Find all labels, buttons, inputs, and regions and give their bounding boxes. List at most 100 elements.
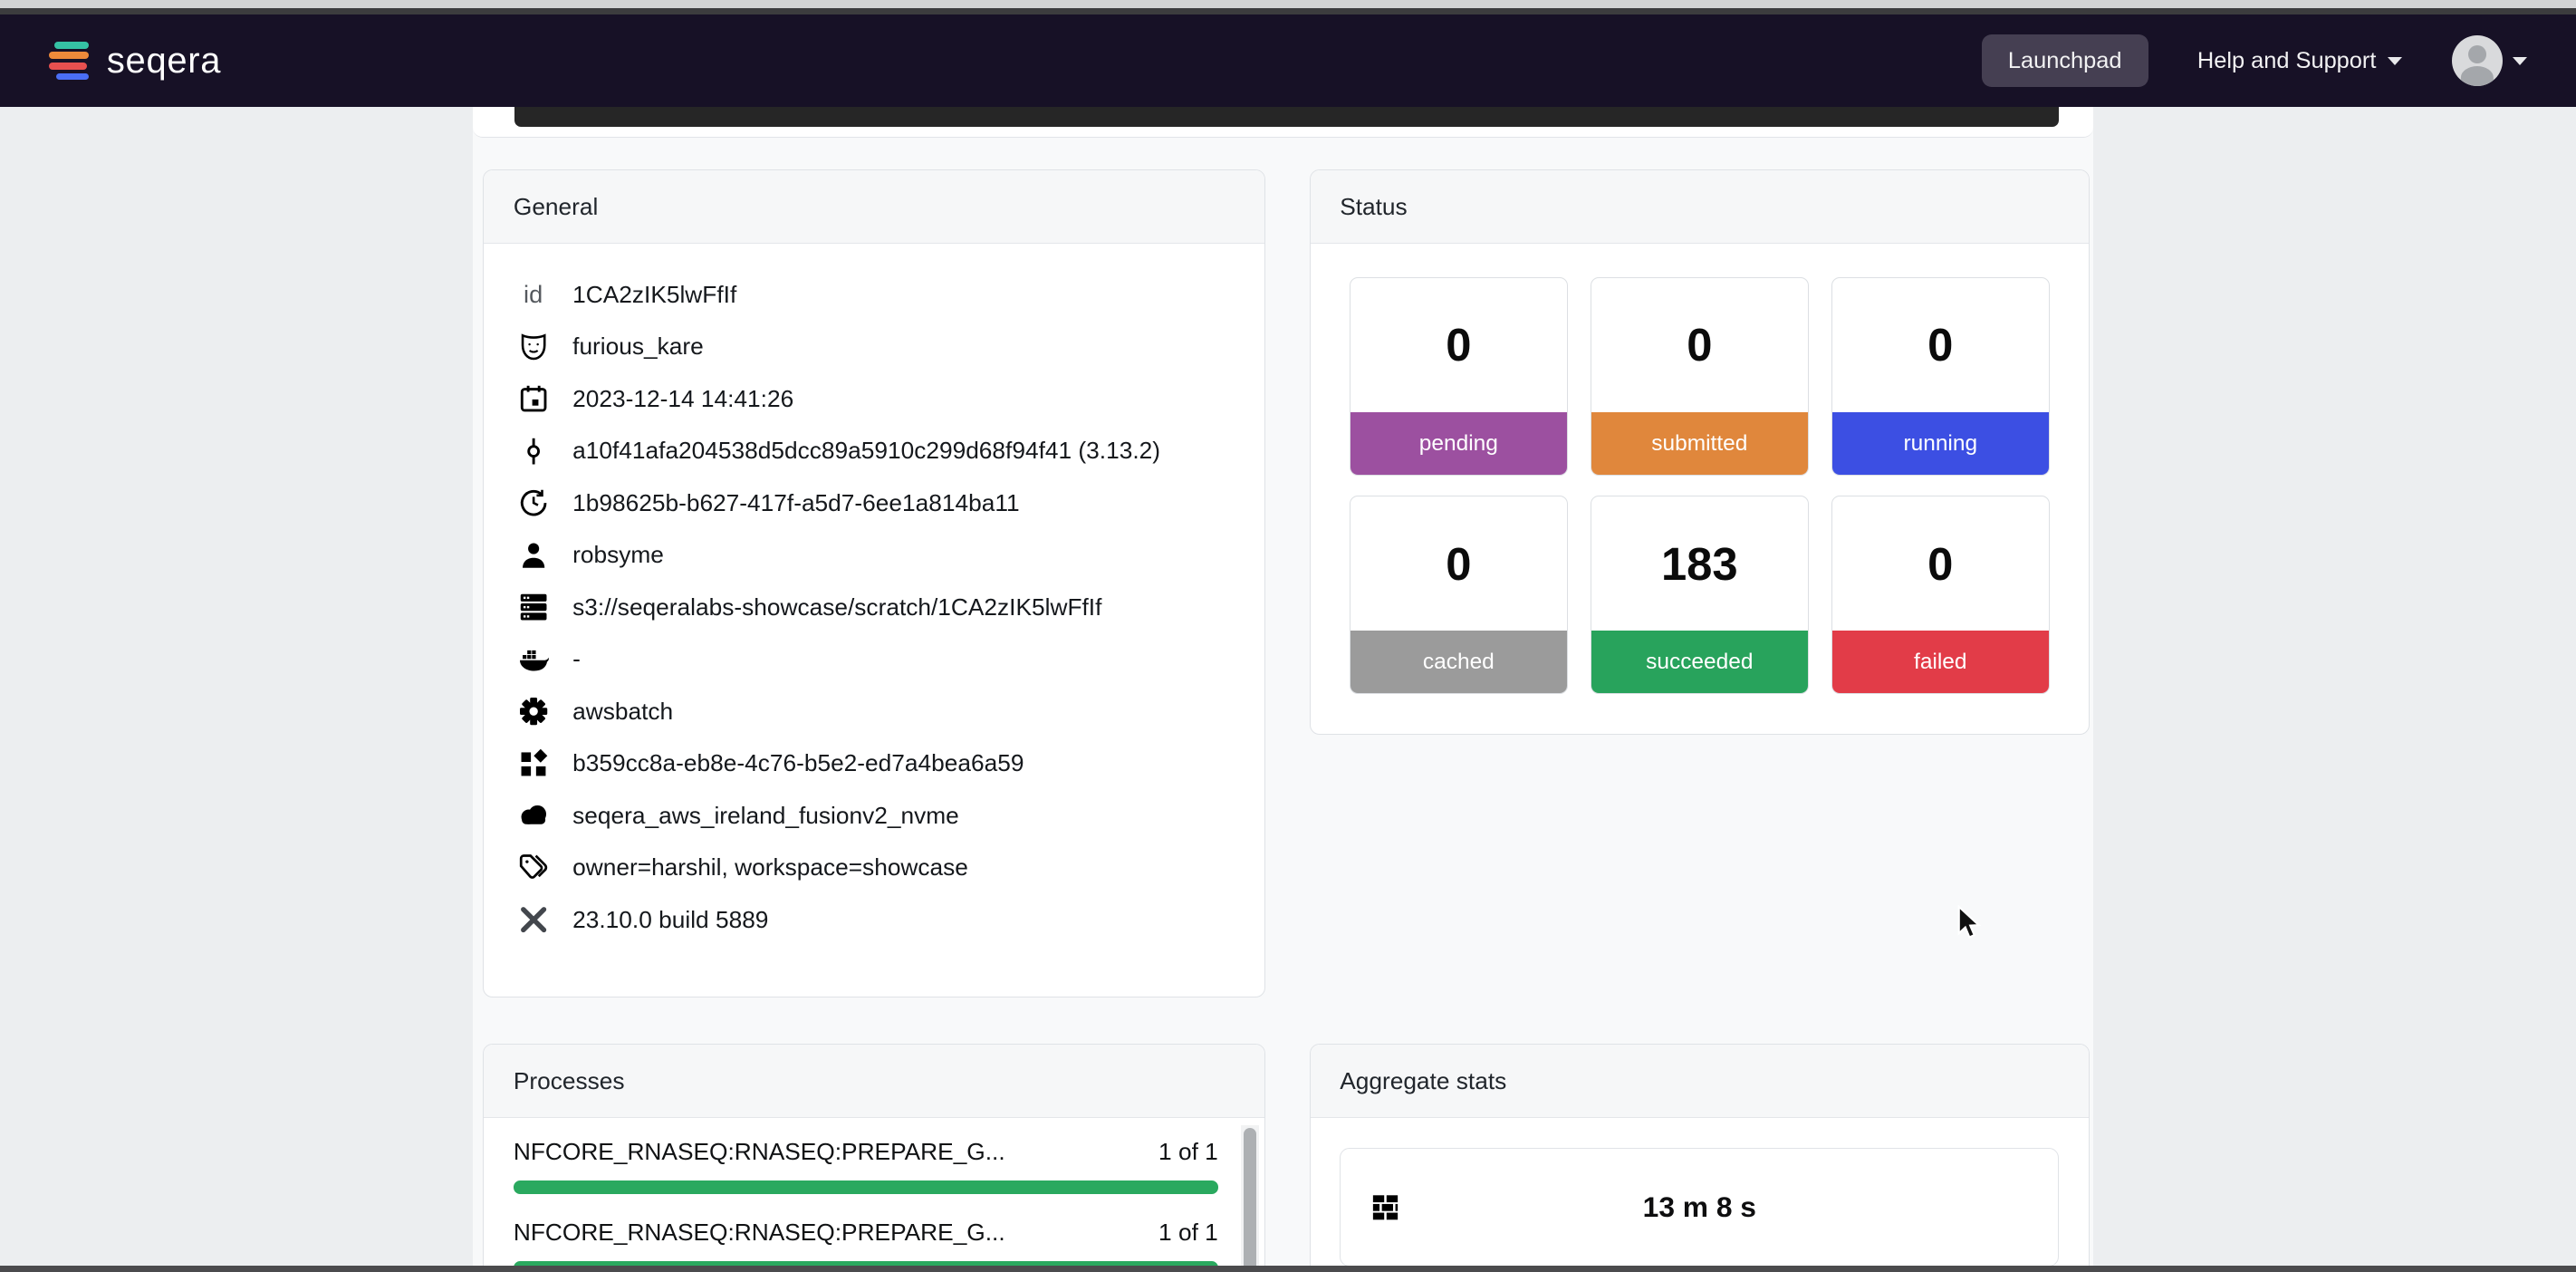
general-row-run-name: furious_kare (514, 321, 1235, 372)
scrolled-card-bottom (473, 107, 2092, 138)
processes-card-header: Processes (484, 1045, 1264, 1119)
window-bottom-edge (0, 1266, 2576, 1272)
status-tile-pending: 0 pending (1350, 277, 1568, 476)
window-top-edge (0, 8, 2576, 14)
general-row-workdir: s3://seqeralabs-showcase/scratch/1CA2zIK… (514, 582, 1235, 633)
tags-value: owner=harshil, workspace=showcase (572, 853, 968, 882)
general-row-id: id 1CA2zIK5lwFfIf (514, 269, 1235, 321)
general-row-start-date: 2023-12-14 14:41:26 (514, 373, 1235, 425)
process-progress-count: 1 of 1 (1158, 1219, 1218, 1247)
seqera-logo[interactable]: seqera (49, 41, 221, 82)
cached-count: 0 (1350, 496, 1567, 631)
submitted-label: submitted (1591, 412, 1808, 475)
general-row-executor: awsbatch (514, 685, 1235, 737)
cards-row-2: Processes NFCORE_RNASEQ:RNASEQ:PREPARE_G… (473, 1044, 2092, 1272)
general-row-session: 1b98625b-b627-417f-a5d7-6ee1a814ba11 (514, 477, 1235, 529)
seqera-logo-icon (49, 42, 91, 81)
running-label: running (1832, 412, 2049, 475)
status-card: Status 0 pending 0 submitted 0 running (1310, 169, 2091, 735)
general-card-header: General (484, 170, 1264, 245)
pending-label: pending (1350, 412, 1567, 475)
status-tile-succeeded: 183 succeeded (1591, 496, 1809, 694)
browser-viewport: seqera Launchpad Help and Support Genera… (0, 0, 2576, 1272)
git-commit-icon (514, 435, 553, 467)
run-name-mask-icon (514, 331, 553, 363)
process-name[interactable]: NFCORE_RNASEQ:RNASEQ:PREPARE_G... (514, 1138, 1136, 1166)
processes-scrollbar-track[interactable] (1241, 1125, 1259, 1272)
compute-env-id-shapes-icon (514, 747, 553, 780)
general-title: General (514, 193, 599, 221)
command-box-bottom (514, 107, 2059, 127)
processes-card-body: NFCORE_RNASEQ:RNASEQ:PREPARE_G... 1 of 1… (484, 1118, 1264, 1272)
brand-name: seqera (107, 41, 221, 82)
user-menu[interactable] (2452, 35, 2527, 86)
commit-value: a10f41afa204538d5dcc89a5910c299d68f94f41… (572, 437, 1160, 465)
screen-top-strip (0, 0, 2576, 8)
chevron-down-icon (2388, 57, 2402, 65)
chevron-down-icon (2513, 57, 2527, 65)
aggregate-stats-card-body: 13 m 8 s (1311, 1118, 2090, 1266)
launchpad-button[interactable]: Launchpad (1982, 34, 2148, 87)
succeeded-count: 183 (1591, 496, 1808, 631)
executor-value: awsbatch (572, 698, 673, 726)
general-card: General id 1CA2zIK5lwFfIf (483, 169, 1264, 997)
general-card-body: id 1CA2zIK5lwFfIf furious_kar (484, 244, 1264, 946)
status-tile-submitted: 0 submitted (1591, 277, 1809, 476)
navbar-right-group: Launchpad Help and Support (1982, 34, 2527, 87)
general-row-compute-env: seqera_aws_ireland_fusionv2_nvme (514, 789, 1235, 841)
process-progress-bar (514, 1180, 1218, 1194)
help-and-support-menu[interactable]: Help and Support (2197, 48, 2402, 74)
aggregate-stats-card-header: Aggregate stats (1311, 1045, 2090, 1119)
session-id-value: 1b98625b-b627-417f-a5d7-6ee1a814ba11 (572, 489, 1019, 517)
process-name[interactable]: NFCORE_RNASEQ:RNASEQ:PREPARE_G... (514, 1219, 1136, 1247)
status-card-body: 0 pending 0 submitted 0 running 0 cached (1311, 244, 2090, 694)
succeeded-label: succeeded (1591, 631, 1808, 693)
process-item: NFCORE_RNASEQ:RNASEQ:PREPARE_G... 1 of 1 (514, 1219, 1218, 1272)
user-icon (514, 539, 553, 572)
avatar (2452, 35, 2503, 86)
processes-title: Processes (514, 1067, 625, 1095)
id-text-label: id (514, 280, 553, 309)
tags-icon (514, 852, 553, 884)
work-directory-value: s3://seqeralabs-showcase/scratch/1CA2zIK… (572, 593, 1101, 622)
processes-scrollbar-thumb[interactable] (1244, 1128, 1257, 1272)
status-tile-running: 0 running (1831, 277, 2050, 476)
general-row-user: robsyme (514, 529, 1235, 581)
general-row-nextflow-version: 23.10.0 build 5889 (514, 893, 1235, 945)
docker-container-icon (514, 643, 553, 676)
aggregate-stats-title: Aggregate stats (1340, 1067, 1506, 1095)
status-tile-failed: 0 failed (1831, 496, 2050, 694)
running-count: 0 (1832, 278, 2049, 413)
walltime-value: 13 m 8 s (1341, 1190, 2058, 1224)
cached-label: cached (1350, 631, 1567, 693)
status-tile-cached: 0 cached (1350, 496, 1568, 694)
failed-label: failed (1832, 631, 2049, 693)
general-row-container: - (514, 633, 1235, 685)
cards-row-1: General id 1CA2zIK5lwFfIf (473, 169, 2092, 997)
process-progress-count: 1 of 1 (1158, 1138, 1218, 1166)
aggregate-stats-card: Aggregate stats (1310, 1044, 2091, 1272)
help-and-support-label: Help and Support (2197, 48, 2377, 74)
work-directory-server-icon (514, 591, 553, 623)
compute-env-id-value: b359cc8a-eb8e-4c76-b5e2-ed7a4bea6a59 (572, 749, 1024, 777)
main-content: General id 1CA2zIK5lwFfIf (473, 107, 2092, 1272)
session-history-icon (514, 487, 553, 519)
executor-gear-icon (514, 695, 553, 728)
launch-user-value: robsyme (572, 541, 664, 569)
run-id-value: 1CA2zIK5lwFfIf (572, 281, 736, 309)
compute-env-value: seqera_aws_ireland_fusionv2_nvme (572, 802, 959, 830)
container-value: - (572, 645, 581, 673)
compute-env-cloud-icon (514, 799, 553, 832)
nextflow-version-icon (514, 903, 553, 936)
failed-count: 0 (1832, 496, 2049, 631)
status-title: Status (1340, 193, 1408, 221)
nextflow-version-value: 23.10.0 build 5889 (572, 906, 768, 934)
pending-count: 0 (1350, 278, 1567, 413)
general-row-tags: owner=harshil, workspace=showcase (514, 842, 1235, 893)
walltime-stat-box: 13 m 8 s (1340, 1148, 2059, 1267)
general-row-compute-env-id: b359cc8a-eb8e-4c76-b5e2-ed7a4bea6a59 (514, 737, 1235, 789)
general-row-commit: a10f41afa204538d5dcc89a5910c299d68f94f41… (514, 425, 1235, 477)
process-item: NFCORE_RNASEQ:RNASEQ:PREPARE_G... 1 of 1 (514, 1138, 1218, 1194)
processes-card: Processes NFCORE_RNASEQ:RNASEQ:PREPARE_G… (483, 1044, 1264, 1272)
run-name-value: furious_kare (572, 332, 704, 361)
